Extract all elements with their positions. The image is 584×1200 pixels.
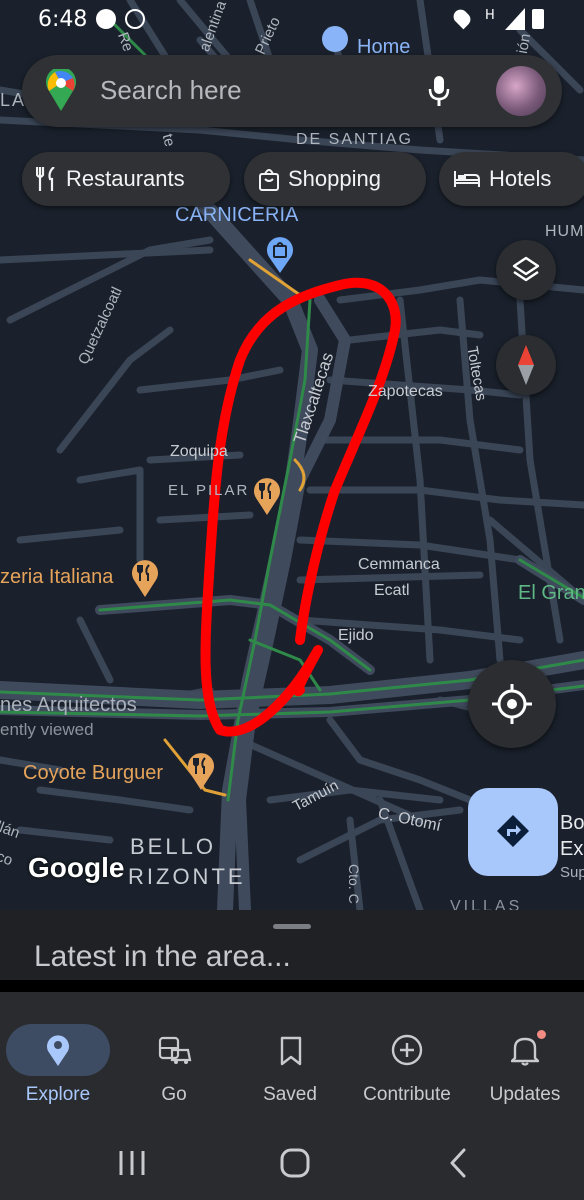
- map-label-ejido: Ejido: [338, 627, 374, 644]
- nav-label: Updates: [489, 1084, 561, 1105]
- chip-label: Shopping: [288, 166, 381, 191]
- avatar[interactable]: [496, 66, 546, 116]
- chip-label: Restaurants: [66, 166, 185, 191]
- map-label-ex: Ex: [560, 838, 584, 860]
- search-bar[interactable]: Search here: [22, 55, 562, 127]
- my-location-button[interactable]: [468, 660, 556, 748]
- divider: [0, 980, 584, 992]
- recent-apps-icon[interactable]: [118, 1150, 146, 1176]
- map-label-sup: Sup: [560, 864, 584, 881]
- crosshair-icon: [492, 684, 532, 724]
- map-label-carniceria[interactable]: CARNICERIA: [175, 204, 298, 227]
- explore-pin-icon: [47, 1035, 69, 1066]
- map-label-bo: Bo: [560, 812, 584, 834]
- restaurant-pin-icon[interactable]: [186, 750, 216, 790]
- layers-button[interactable]: [496, 240, 556, 300]
- signal-icon: [505, 8, 525, 30]
- map-label-hum: HUM: [545, 223, 584, 240]
- map-label-coyote-burguer[interactable]: Coyote Burguer: [23, 762, 163, 785]
- directions-button[interactable]: [468, 788, 558, 876]
- shopping-bag-icon: [259, 169, 279, 191]
- bottom-sheet[interactable]: Latest in the area...: [0, 910, 584, 980]
- directions-icon: [497, 815, 529, 847]
- home-circle-icon[interactable]: [280, 1148, 310, 1178]
- commute-icon: [158, 1036, 192, 1064]
- bell-icon: [511, 1037, 539, 1066]
- bottom-nav: Explore Go Saved Contribute Updates: [0, 1018, 584, 1123]
- map-label-el-pilar: EL PILAR: [168, 482, 250, 499]
- layers-icon: [512, 256, 540, 282]
- map-label-zapotecas: Zapotecas: [368, 383, 443, 400]
- map-label-de-santiago: DE SANTIAG: [296, 131, 413, 148]
- sheet-drag-handle[interactable]: [273, 924, 311, 929]
- map-label-horizonte: RIZONTE: [128, 864, 246, 889]
- location-status-icon: [450, 6, 474, 30]
- chip-restaurants[interactable]: Restaurants: [22, 152, 230, 206]
- map-label-ecatl: Ecatl: [374, 582, 410, 599]
- do-not-disturb-icon: [125, 9, 145, 29]
- map-label-el-gran: El Gran: [518, 582, 584, 604]
- restaurant-pin-icon[interactable]: [130, 557, 160, 597]
- nav-label: Contribute: [363, 1084, 451, 1105]
- chip-shopping[interactable]: Shopping: [244, 152, 426, 206]
- search-input[interactable]: Search here: [100, 75, 242, 106]
- map-label-cemmanca: Cemmanca: [358, 556, 440, 573]
- restaurant-icon: [36, 167, 55, 191]
- google-logo: Google: [28, 852, 125, 883]
- notification-dot: [537, 1030, 546, 1039]
- sheet-title: Latest in the area...: [34, 940, 291, 973]
- map-label-cto-c: Cto. C: [346, 864, 362, 904]
- nav-contribute[interactable]: Contribute: [349, 1018, 465, 1123]
- google-maps-logo-icon: [46, 69, 76, 111]
- nav-label: Explore: [25, 1084, 91, 1105]
- messenger-icon: [96, 9, 116, 29]
- map-label-bello: BELLO: [130, 834, 216, 859]
- map-label-arquitectos[interactable]: nes Arquitectos: [0, 694, 137, 717]
- nav-go[interactable]: Go: [116, 1018, 232, 1123]
- map-label-pizzeria[interactable]: zeria Italiana: [0, 566, 113, 589]
- restaurant-pin-icon[interactable]: [252, 475, 282, 515]
- status-bar: 6:48 H: [0, 0, 584, 40]
- bed-icon: [454, 171, 480, 187]
- compass-icon: [518, 345, 534, 385]
- add-circle-icon: [391, 1034, 423, 1066]
- system-nav-bar: [0, 1123, 584, 1200]
- back-icon[interactable]: [448, 1147, 468, 1179]
- nav-explore[interactable]: Explore: [0, 1018, 116, 1123]
- status-time: 6:48: [38, 7, 88, 32]
- network-icon: H: [485, 8, 495, 23]
- nav-updates[interactable]: Updates: [467, 1018, 583, 1123]
- compass-button[interactable]: [496, 335, 556, 395]
- battery-icon: [532, 9, 544, 29]
- nav-top-padding: [0, 992, 584, 1018]
- shopping-bag-pin-icon[interactable]: [265, 235, 295, 273]
- nav-label: Saved: [263, 1084, 317, 1105]
- chip-label: Hotels: [489, 166, 552, 191]
- nav-label: Go: [161, 1084, 187, 1105]
- map-label-recently-viewed: ently viewed: [0, 720, 94, 739]
- map-label-zoquipa: Zoquipa: [170, 443, 228, 460]
- chip-hotels[interactable]: Hotels: [439, 152, 584, 206]
- bookmark-icon: [280, 1036, 302, 1066]
- nav-saved[interactable]: Saved: [232, 1018, 348, 1123]
- microphone-icon[interactable]: [428, 75, 450, 107]
